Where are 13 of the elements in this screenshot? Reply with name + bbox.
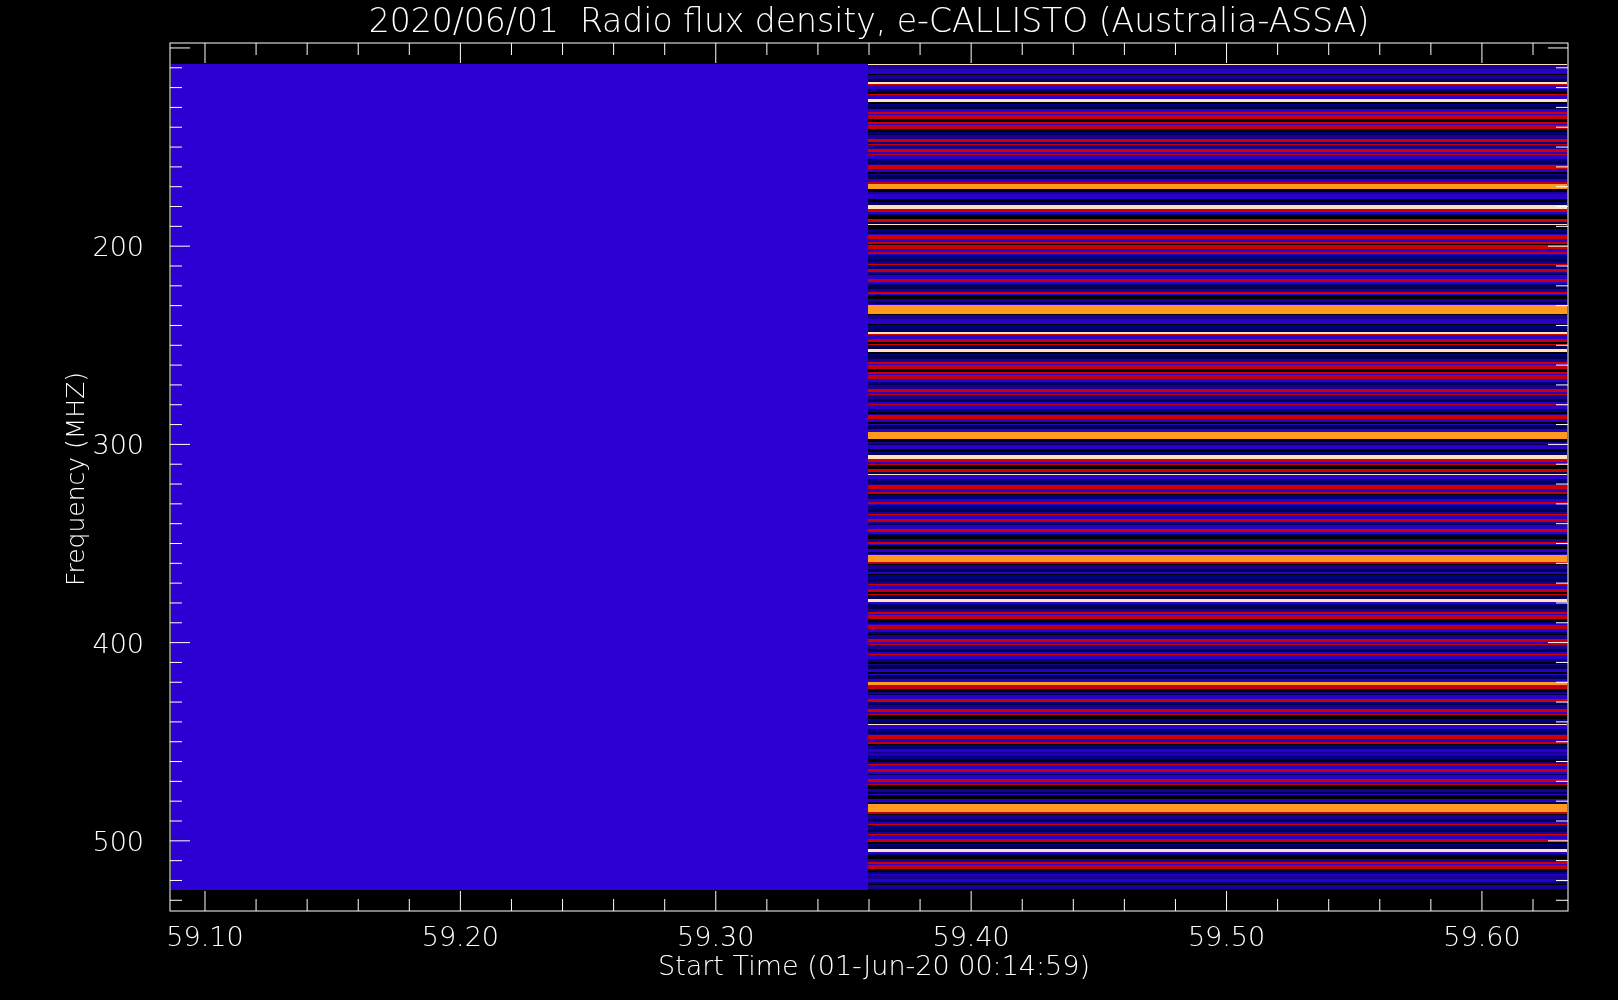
tick-label: 59.20 (421, 921, 500, 952)
tick-label: 59.10 (166, 921, 244, 952)
axis-label: Start Time (01-Jun-20 00:14:59) (658, 950, 1090, 981)
tick-label: 400 (92, 627, 144, 659)
tick-label: 59.40 (932, 921, 1010, 952)
axis-label: Frequency (MHZ) (61, 371, 90, 587)
tick-label: 59.50 (1187, 921, 1266, 952)
tick-label: 59.60 (1443, 921, 1521, 952)
plot-title: 2020/06/01 Radio flux density, e-CALLISTO (Australia-ASSA) (368, 1, 1370, 40)
tick-label: 500 (92, 825, 144, 857)
tick-label: 300 (92, 429, 144, 461)
tick-label: 200 (92, 231, 144, 263)
tick-label: 59.30 (677, 921, 755, 952)
